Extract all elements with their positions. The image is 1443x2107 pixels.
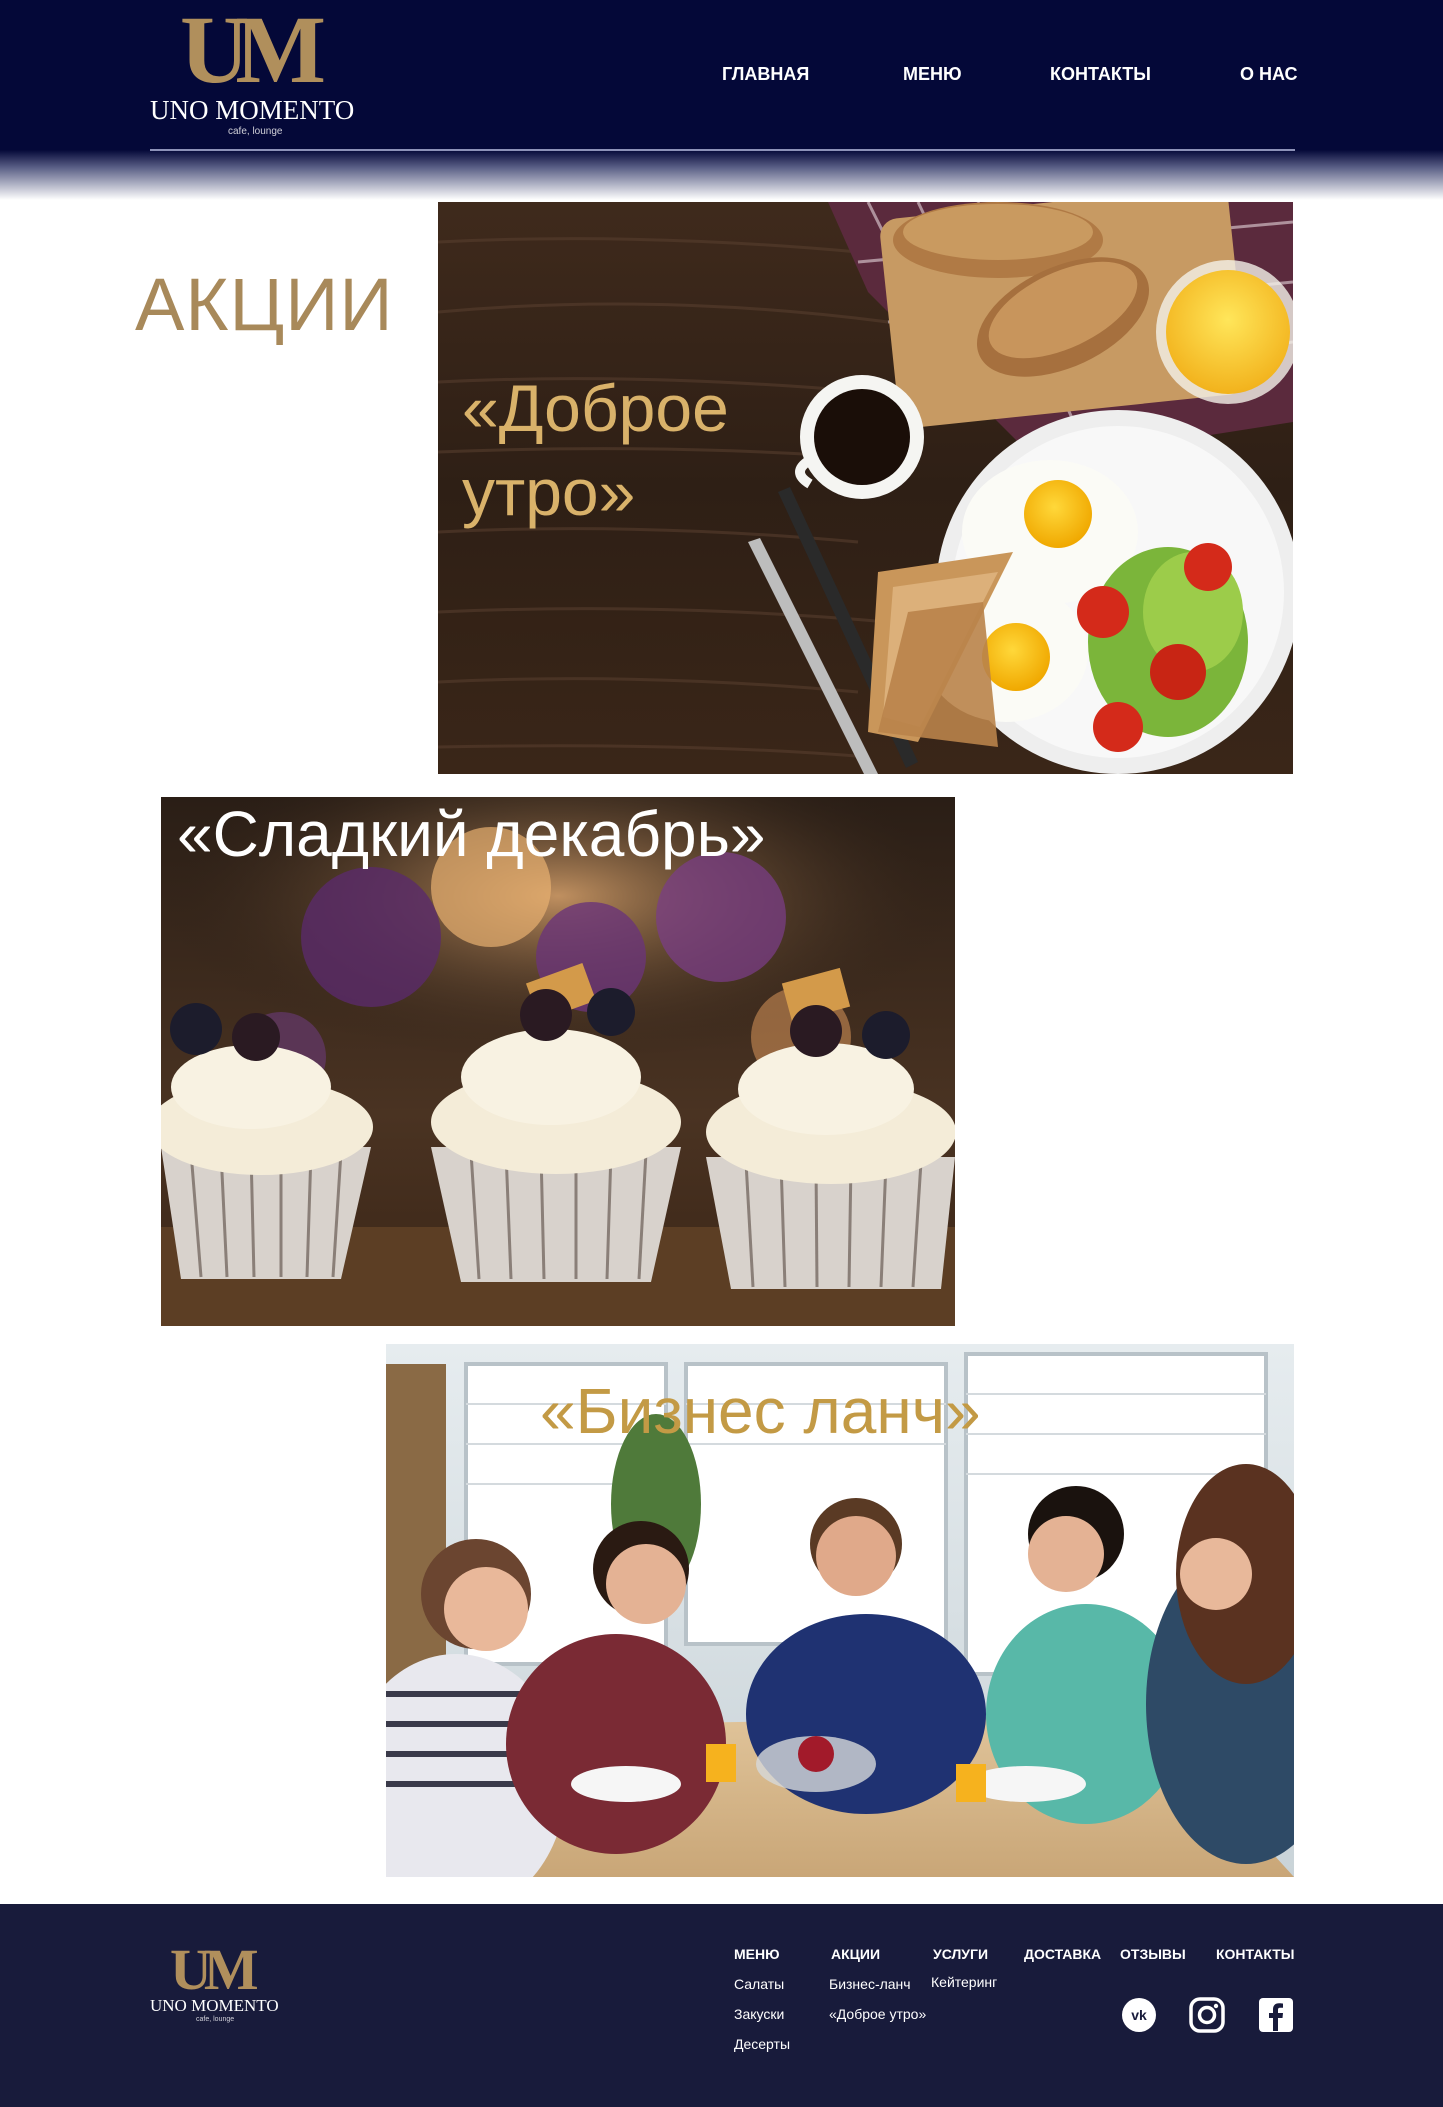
promo-title-business-lunch: «Бизнес ланч» [540, 1375, 981, 1447]
page-title: АКЦИИ [135, 263, 394, 346]
promo-card-sweet-december[interactable]: «Сладкий декабрь» [161, 797, 955, 1326]
promo-card-good-morning[interactable]: «Доброе утро» [438, 202, 1293, 774]
nav-about[interactable]: О НАС [1240, 64, 1298, 85]
header-divider [150, 149, 1295, 151]
promo-card-business-lunch[interactable]: «Бизнес ланч» [386, 1344, 1294, 1877]
promo-title-sweet-december: «Сладкий декабрь» [177, 798, 766, 870]
footer-link-good-morning[interactable]: «Доброе утро» [829, 2006, 926, 2022]
logo-mark: UM [180, 0, 326, 103]
footer-heading-delivery[interactable]: ДОСТАВКА [1024, 1946, 1101, 1962]
footer-logo-tagline: cafe, lounge [196, 2016, 235, 2023]
footer-link-catering[interactable]: Кейтеринг [931, 1974, 997, 1990]
footer-heading-promos[interactable]: АКЦИИ [831, 1946, 880, 1962]
footer-link-appetizers[interactable]: Закуски [734, 2006, 784, 2022]
svg-text:vk: vk [1131, 2007, 1147, 2023]
header-logo[interactable]: UM UNO MOMENTO cafe, lounge [148, 2, 363, 140]
footer-logo-mark: UM [170, 1937, 259, 2002]
nav-home[interactable]: ГЛАВНАЯ [722, 64, 809, 85]
nav-menu[interactable]: МЕНЮ [903, 64, 962, 85]
logo-name: UNO MOMENTO [150, 95, 355, 125]
header-gradient [0, 150, 1443, 200]
footer-link-salads[interactable]: Салаты [734, 1976, 784, 1992]
footer-logo-name: UNO MOMENTO [150, 1996, 279, 2015]
nav-contacts[interactable]: КОНТАКТЫ [1050, 64, 1151, 85]
promo-title-good-morning-line1: «Доброе [462, 371, 729, 445]
footer-link-business-lunch[interactable]: Бизнес-ланч [829, 1976, 911, 1992]
footer-heading-menu[interactable]: МЕНЮ [734, 1946, 780, 1962]
vk-icon[interactable]: vk [1121, 1997, 1157, 2033]
footer-heading-services[interactable]: УСЛУГИ [933, 1946, 988, 1962]
cupcakes-photo [161, 797, 955, 1326]
promo-title-good-morning-line2: утро» [462, 455, 636, 529]
logo-tagline: cafe, lounge [228, 126, 283, 137]
footer-link-desserts[interactable]: Десерты [734, 2036, 790, 2052]
footer-logo[interactable]: UM UNO MOMENTO cafe, lounge [148, 1940, 288, 2030]
facebook-icon[interactable] [1258, 1997, 1294, 2033]
footer-heading-contacts[interactable]: КОНТАКТЫ [1216, 1946, 1294, 1962]
footer-heading-reviews[interactable]: ОТЗЫВЫ [1120, 1946, 1186, 1962]
instagram-icon[interactable] [1189, 1997, 1225, 2033]
